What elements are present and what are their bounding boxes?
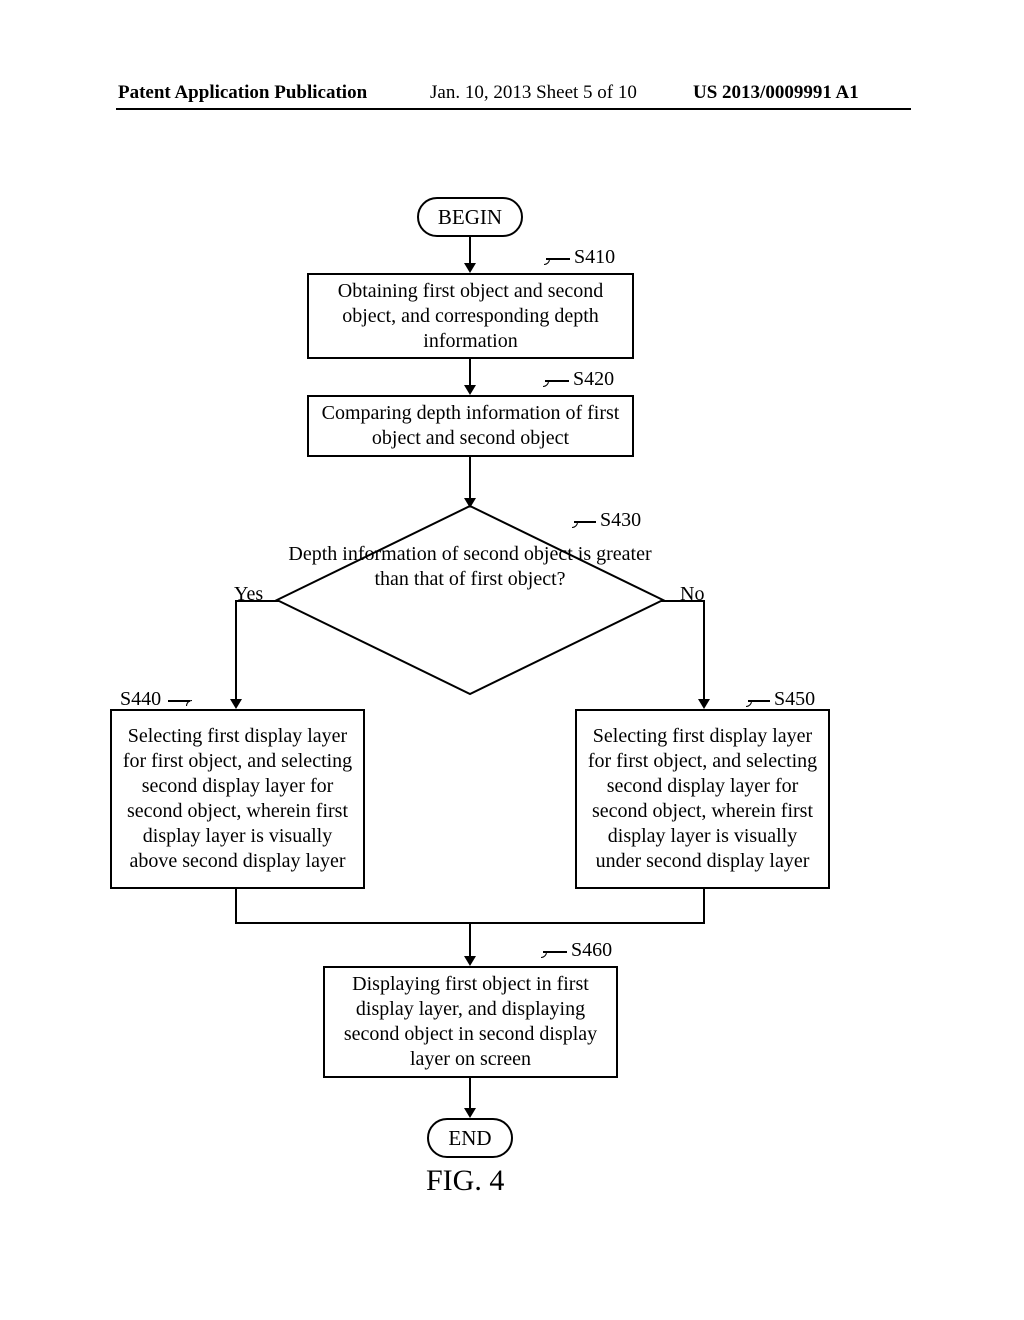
connector-line [703,600,705,703]
step-id-s440: S440 [120,688,161,711]
leader-hook-icon [537,375,549,387]
arrow-head-icon [698,699,710,709]
step-id-s460: S460 [571,939,612,962]
process-s460: Displaying first object in first display… [323,966,618,1078]
arrow-line [469,457,471,502]
header-right: US 2013/0009991 A1 [693,82,859,104]
step-id-s450: S450 [774,688,815,711]
arrow-head-icon [464,263,476,273]
process-s450: Selecting first display layer for first … [575,709,830,889]
branch-label-yes: Yes [234,583,263,606]
arrow-head-icon [230,699,242,709]
arrow-head-icon [464,1108,476,1118]
connector-line [661,600,705,602]
arrow-line [469,1078,471,1112]
decision-s430: Depth information of second object is gr… [275,504,665,696]
branch-label-no: No [680,583,704,606]
step-id-s420: S420 [573,368,614,391]
terminal-begin: BEGIN [417,197,523,237]
leader-hook-icon [538,253,550,265]
decision-text: Depth information of second object is gr… [275,542,665,592]
connector-line [469,922,471,960]
page: Patent Application Publication Jan. 10, … [0,0,1024,1320]
arrow-head-icon [464,956,476,966]
connector-line [235,600,279,602]
process-s440: Selecting first display layer for first … [110,709,365,889]
connector-line [235,600,237,703]
arrow-head-icon [464,385,476,395]
connector-line [235,889,237,924]
process-s410: Obtaining first object and second object… [307,273,634,359]
figure-caption: FIG. 4 [426,1164,504,1198]
leader-hook-icon [740,695,752,707]
connector-line [703,889,705,924]
header-rule [116,108,911,110]
terminal-end: END [427,1118,513,1158]
header-left: Patent Application Publication [118,82,367,104]
header-center: Jan. 10, 2013 Sheet 5 of 10 [430,82,637,104]
diamond-icon [275,504,665,696]
process-s420: Comparing depth information of first obj… [307,395,634,457]
step-id-s410: S410 [574,246,615,269]
leader-hook-icon [535,946,547,958]
